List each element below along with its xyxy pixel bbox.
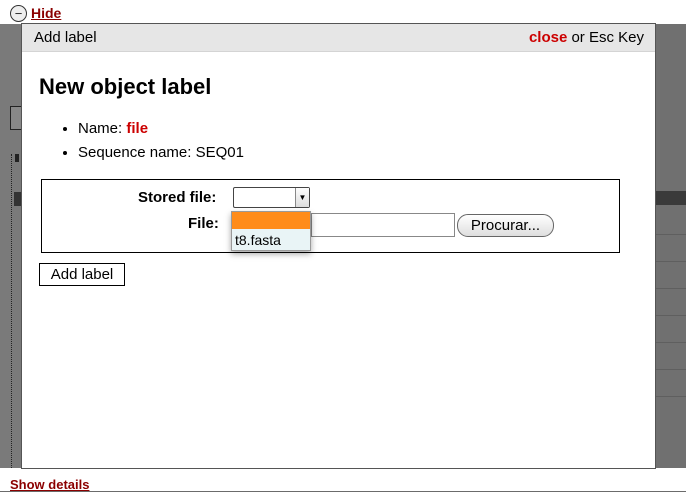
dialog-titlebar: Add label close or Esc Key (22, 24, 655, 52)
add-label-dialog: Add label close or Esc Key New object la… (22, 24, 655, 468)
stored-file-label: Stored file: (138, 189, 217, 206)
browse-button[interactable]: Procurar... (457, 214, 554, 237)
stored-file-select[interactable]: ▼ (233, 187, 310, 208)
background-dotted-line (11, 154, 12, 484)
background-table-header (655, 191, 686, 205)
file-path-field[interactable] (311, 213, 455, 237)
hide-toggle[interactable]: − Hide (10, 4, 61, 22)
dropdown-option-empty[interactable] (232, 212, 310, 229)
dialog-title: Add label (34, 29, 97, 46)
background-input-box (10, 106, 22, 130)
background-row-divider (655, 369, 686, 370)
background-row-divider (655, 288, 686, 289)
background-bar (14, 192, 22, 206)
chevron-down-icon: ▼ (295, 188, 309, 207)
hide-link[interactable]: Hide (31, 5, 61, 21)
background-footer: Show details (0, 468, 686, 492)
label-form: Stored file: ▼ File: Procurar... t8.fast… (41, 179, 620, 253)
object-info-list: Name: file Sequence name: SEQ01 (40, 117, 244, 165)
dialog-close-hint: close or Esc Key (529, 29, 644, 46)
background-right-panel (655, 24, 686, 470)
name-value: file (126, 120, 149, 137)
background-header: − Hide (0, 0, 686, 24)
background-marker (15, 154, 19, 162)
close-link[interactable]: close (529, 29, 567, 46)
background-left-panel (0, 24, 22, 484)
background-row-divider (655, 396, 686, 397)
add-label-button[interactable]: Add label (39, 263, 125, 286)
list-item-sequence: Sequence name: SEQ01 (78, 141, 244, 165)
name-label: Name: (78, 120, 123, 137)
show-details-link[interactable]: Show details (10, 477, 89, 492)
background-row-divider (655, 261, 686, 262)
sequence-label: Sequence name: (78, 144, 192, 161)
dropdown-option-t8-fasta[interactable]: t8.fasta (232, 229, 310, 250)
list-item-name: Name: file (78, 117, 244, 141)
close-hint-text: or Esc Key (571, 29, 644, 46)
file-label: File: (188, 215, 219, 232)
stored-file-dropdown: t8.fasta (231, 211, 311, 251)
minus-circle-icon: − (10, 4, 27, 22)
page-title: New object label (39, 74, 212, 99)
sequence-value: SEQ01 (195, 144, 244, 161)
background-row-divider (655, 315, 686, 316)
background-row-divider (655, 342, 686, 343)
background-row-divider (655, 234, 686, 235)
